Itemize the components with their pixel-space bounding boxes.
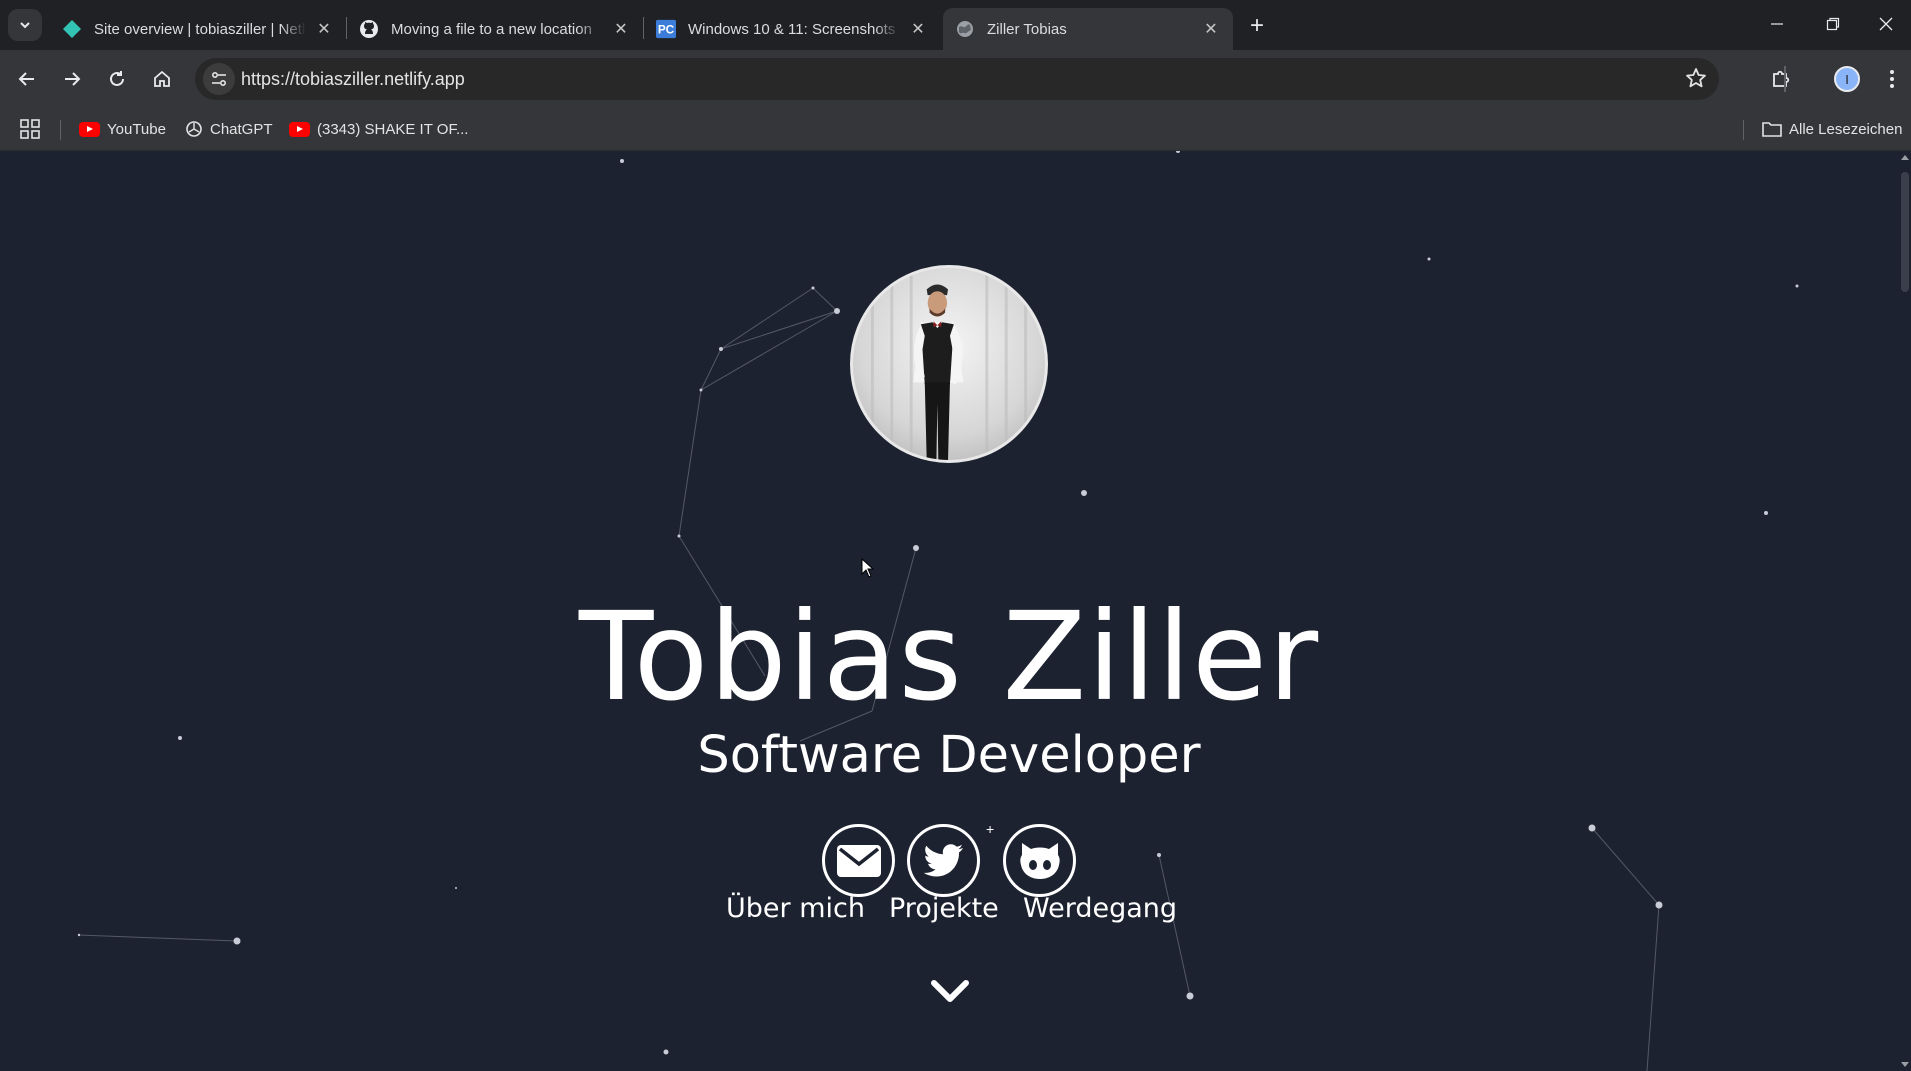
bookmark-chatgpt[interactable]: ChatGPT bbox=[185, 116, 273, 142]
twitter-icon bbox=[923, 843, 963, 876]
scroll-down-icon[interactable] bbox=[1901, 1062, 1909, 1067]
minimize-icon bbox=[1771, 23, 1783, 25]
email-button[interactable] bbox=[822, 824, 895, 897]
person-illustration bbox=[870, 268, 1028, 460]
close-icon[interactable]: ✕ bbox=[611, 19, 631, 39]
arrow-right-icon bbox=[65, 72, 81, 86]
tab-ziller-tobias[interactable]: Ziller Tobias ✕ bbox=[943, 8, 1233, 50]
avatar: I bbox=[1834, 66, 1860, 92]
pc-icon: PC bbox=[656, 19, 676, 39]
folder-icon bbox=[1762, 121, 1782, 137]
extensions-button[interactable] bbox=[1764, 62, 1798, 96]
nav-link-werdegang[interactable]: Werdegang bbox=[1023, 893, 1177, 924]
tab-title: Ziller Tobias bbox=[987, 20, 1067, 38]
tab-search-button[interactable] bbox=[8, 9, 42, 41]
new-tab-button[interactable]: + bbox=[1243, 12, 1271, 40]
tune-icon bbox=[211, 71, 227, 87]
chevron-down-icon bbox=[931, 980, 969, 1002]
scroll-down-button[interactable] bbox=[930, 977, 970, 1007]
tab-netlify[interactable]: Site overview | tobiasziller | Netlify ✕ bbox=[50, 8, 346, 50]
address-bar[interactable]: https://tobiasziller.netlify.app bbox=[195, 58, 1719, 100]
tab-github[interactable]: Moving a file to a new location ✕ bbox=[347, 8, 643, 50]
minimize-button[interactable] bbox=[1749, 0, 1805, 48]
toolbar-divider bbox=[1784, 66, 1786, 92]
site-info-button[interactable] bbox=[203, 63, 235, 95]
puzzle-icon bbox=[1773, 70, 1790, 87]
nav-link-projekte[interactable]: Projekte bbox=[889, 893, 999, 924]
home-button[interactable] bbox=[145, 62, 179, 96]
browser-toolbar: https://tobiasziller.netlify.app I bbox=[0, 50, 1911, 108]
tab-title: Site overview | tobiasziller | Netlify bbox=[94, 20, 306, 38]
forward-button[interactable] bbox=[55, 62, 89, 96]
restore-icon bbox=[1826, 17, 1840, 31]
youtube-icon bbox=[289, 121, 310, 137]
reload-icon bbox=[110, 71, 124, 86]
chevron-down-icon bbox=[20, 22, 30, 29]
github-icon bbox=[1019, 842, 1060, 879]
tab-title: Windows 10 & 11: Screenshots bbox=[688, 20, 896, 38]
page-content: Tobias Ziller Software Developer + Über … bbox=[0, 151, 1898, 1071]
star-icon bbox=[1686, 68, 1706, 88]
bookmark-youtube[interactable]: YouTube bbox=[79, 116, 166, 142]
profile-button[interactable]: I bbox=[1830, 62, 1864, 96]
profile-photo bbox=[850, 265, 1048, 463]
netlify-icon bbox=[62, 19, 82, 39]
bookmark-label: ChatGPT bbox=[210, 120, 273, 138]
plus-icon: + bbox=[1249, 12, 1264, 39]
nav-link-ueber-mich[interactable]: Über mich bbox=[726, 893, 865, 924]
arrow-left-icon bbox=[18, 72, 34, 86]
url-text[interactable]: https://tobiasziller.netlify.app bbox=[241, 69, 465, 90]
bookmark-star-button[interactable] bbox=[1685, 67, 1707, 94]
home-icon bbox=[154, 70, 170, 87]
scrollbar-thumb[interactable] bbox=[1901, 172, 1909, 292]
profile-initial: I bbox=[1845, 71, 1849, 87]
youtube-icon bbox=[79, 121, 100, 137]
tab-windows-screenshots[interactable]: PC Windows 10 & 11: Screenshots ✕ bbox=[644, 8, 940, 50]
apps-button[interactable] bbox=[20, 116, 40, 142]
menu-button[interactable] bbox=[1875, 62, 1909, 96]
browser-window: Site overview | tobiasziller | Netlify ✕… bbox=[0, 0, 1911, 1071]
bookmark-shake-it-off[interactable]: (3343) SHAKE IT OF... bbox=[289, 116, 468, 142]
close-icon bbox=[1879, 17, 1893, 31]
bookmark-label: Alle Lesezeichen bbox=[1789, 120, 1903, 138]
mouse-cursor bbox=[861, 557, 875, 583]
globe-icon bbox=[955, 19, 975, 39]
tab-title: Moving a file to a new location bbox=[391, 20, 592, 38]
bookmarks-bar: YouTube ChatGPT (3343) SHAKE IT OF... Al… bbox=[0, 108, 1911, 151]
github-button[interactable] bbox=[1003, 824, 1076, 897]
restore-button[interactable] bbox=[1805, 0, 1861, 48]
hero-name: Tobias Ziller bbox=[578, 586, 1320, 728]
cursor-arrow-icon bbox=[861, 557, 875, 578]
page-scrollbar[interactable] bbox=[1898, 151, 1911, 1071]
bookmark-label: YouTube bbox=[107, 120, 166, 138]
back-button[interactable] bbox=[10, 62, 44, 96]
apps-grid-icon bbox=[20, 119, 40, 139]
sparkle-mark: + bbox=[986, 821, 995, 837]
github-icon bbox=[359, 19, 379, 39]
bookmarks-divider bbox=[1743, 120, 1744, 140]
scroll-up-icon[interactable] bbox=[1901, 155, 1909, 160]
close-window-button[interactable] bbox=[1861, 0, 1911, 48]
bookmarks-divider bbox=[60, 120, 61, 140]
close-icon[interactable]: ✕ bbox=[908, 19, 928, 39]
close-icon[interactable]: ✕ bbox=[314, 19, 334, 39]
hero-subtitle: Software Developer bbox=[697, 726, 1201, 785]
chatgpt-icon bbox=[185, 120, 203, 138]
bookmark-label: (3343) SHAKE IT OF... bbox=[317, 120, 469, 138]
all-bookmarks-button[interactable]: Alle Lesezeichen bbox=[1762, 116, 1902, 142]
twitter-button[interactable] bbox=[907, 824, 980, 897]
email-icon bbox=[836, 844, 881, 877]
more-vert-icon bbox=[1890, 70, 1894, 88]
svg-text:PC: PC bbox=[658, 23, 675, 37]
tab-strip: Site overview | tobiasziller | Netlify ✕… bbox=[0, 0, 1911, 50]
reload-button[interactable] bbox=[100, 62, 134, 96]
close-icon[interactable]: ✕ bbox=[1201, 19, 1221, 39]
